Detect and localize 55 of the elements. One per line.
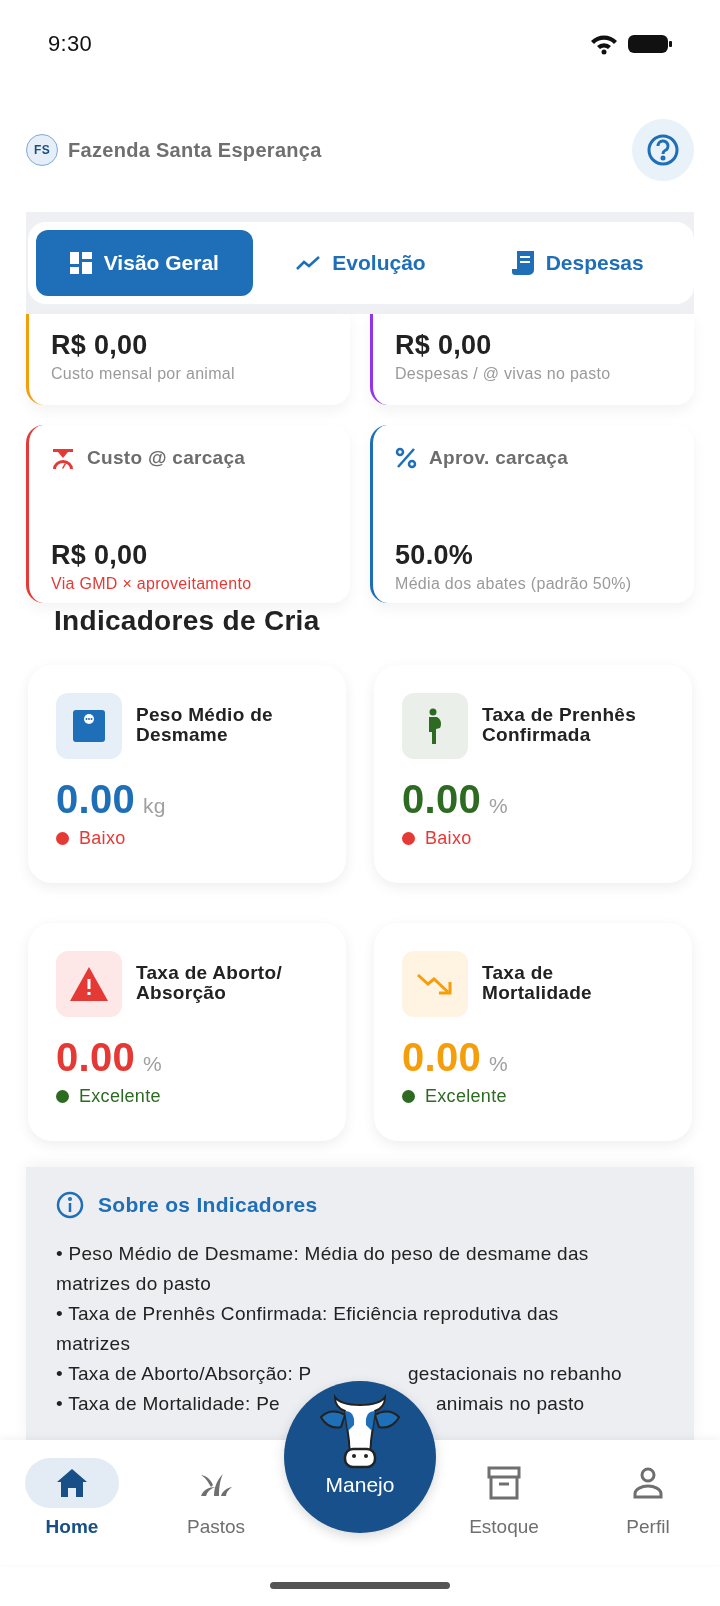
status-label: Excelente <box>79 1086 161 1107</box>
card-label: Custo @ carcaça <box>87 447 246 469</box>
indicator-unit: kg <box>143 794 166 818</box>
info-text: • Taxa de Mortalidade: Pe <box>56 1392 280 1416</box>
info-text: animais no pasto <box>436 1392 586 1416</box>
home-icon <box>57 1469 87 1497</box>
indicator-unit: % <box>143 1052 163 1076</box>
indicator-value: 0.00 <box>402 1035 482 1080</box>
info-text: • Peso Médio de Desmame: Média do peso de desmame das matrizes do pasto <box>56 1242 590 1296</box>
farm-name: Fazenda Santa Esperança <box>68 138 322 162</box>
tab[interactable]: Despesas <box>469 230 686 296</box>
wifi-icon <box>591 35 617 55</box>
warning-icon <box>70 967 108 1001</box>
dashboard-icon <box>69 252 92 274</box>
indicator-unit: % <box>489 1052 509 1076</box>
scale-icon <box>51 447 75 471</box>
pregnant-woman-icon <box>426 708 444 744</box>
card-value: R$ 0,00 <box>51 330 149 361</box>
indicator-value: 0.00 <box>56 1035 136 1080</box>
tab[interactable]: Evolução <box>252 230 470 296</box>
tab[interactable]: Visão Geral <box>36 230 253 296</box>
indicator-title: Peso Médio de Desmame <box>136 705 274 747</box>
receipt-icon <box>511 251 534 275</box>
archive-icon <box>487 1466 521 1500</box>
scale-icon <box>73 710 105 742</box>
card-value: 50.0% <box>395 540 475 571</box>
card-caption: Custo mensal por animal <box>51 365 236 383</box>
trend-down-icon <box>417 972 453 996</box>
info-title: Sobre os Indicadores <box>98 1193 318 1217</box>
info-icon <box>56 1191 84 1219</box>
card-caption: Via GMD × aproveitamento <box>51 575 253 593</box>
indicator-value: 0.00 <box>402 777 482 822</box>
indicator-title: Taxa de Prenhês Confirmada <box>482 705 638 747</box>
trend-icon <box>296 255 321 271</box>
status-label: Baixo <box>79 828 126 849</box>
section-title: Indicadores de Cria <box>54 605 321 638</box>
card-caption: Despesas / @ vivas no pasto <box>395 365 612 383</box>
nav-item[interactable]: Home <box>0 1458 144 1538</box>
card-value: R$ 0,00 <box>395 330 493 361</box>
farm-avatar: FS <box>26 134 58 166</box>
indicator-unit: % <box>489 794 509 818</box>
status-label: Excelente <box>425 1086 507 1107</box>
card-label: Aprov. carcaça <box>429 447 569 469</box>
help-icon <box>647 134 679 166</box>
status-label: Baixo <box>425 828 472 849</box>
battery-icon <box>628 35 672 53</box>
card-caption: Média dos abates (padrão 50%) <box>395 575 633 593</box>
nav-item[interactable]: Perfil <box>576 1458 720 1538</box>
indicator-value: 0.00 <box>56 777 136 822</box>
status-time: 9:30 <box>48 31 93 57</box>
indicator-title: Taxa de Mortalidade <box>482 963 593 1005</box>
card-value: R$ 0,00 <box>51 540 149 571</box>
indicator-title: Taxa de Aborto/ Absorção <box>136 963 283 1005</box>
percent-icon <box>395 447 417 469</box>
person-icon <box>633 1467 663 1499</box>
